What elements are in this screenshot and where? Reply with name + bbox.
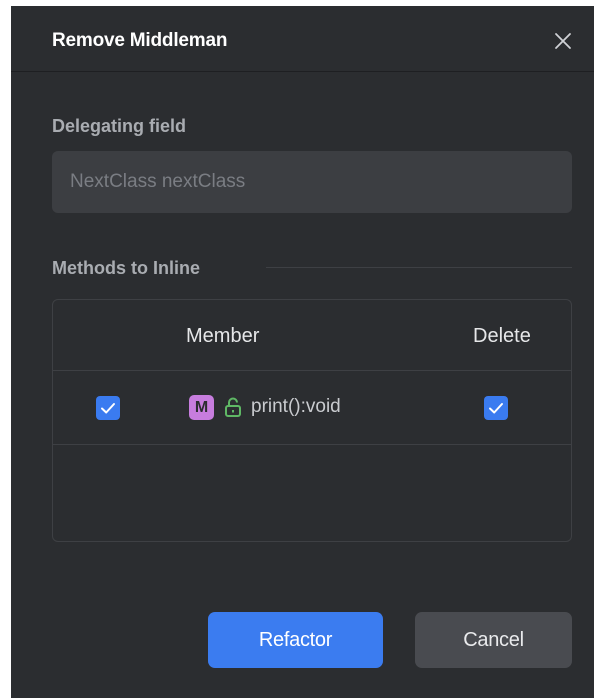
column-header-delete[interactable]: Delete — [473, 325, 531, 348]
member-cell: M print():void — [189, 392, 341, 422]
refactor-button[interactable]: Refactor — [208, 612, 383, 668]
delegating-field-input[interactable]: NextClass nextClass — [52, 151, 572, 213]
close-button[interactable] — [552, 30, 574, 52]
methods-to-inline-label: Methods to Inline — [52, 258, 200, 278]
member-signature: print():void — [251, 396, 341, 417]
unlocked-icon — [225, 397, 241, 417]
delegating-field-label: Delegating field — [52, 116, 187, 136]
delete-checkbox[interactable] — [484, 396, 508, 420]
dialog-title: Remove Middleman — [52, 30, 228, 51]
select-row-checkbox[interactable] — [96, 396, 120, 420]
title-bar: Remove Middleman — [11, 6, 594, 72]
cancel-button[interactable]: Cancel — [415, 612, 572, 668]
close-icon — [555, 33, 571, 49]
table-row[interactable]: M print():void — [53, 371, 571, 445]
checkmark-icon — [489, 403, 503, 414]
remove-middleman-dialog: Remove Middleman Delegating field NextCl… — [11, 6, 594, 698]
checkmark-icon — [101, 403, 115, 414]
method-icon: M — [189, 394, 214, 420]
section-divider — [266, 267, 572, 268]
methods-table: Member Delete M print():void — [52, 299, 572, 542]
table-header: Member Delete — [53, 300, 571, 371]
column-header-member[interactable]: Member — [186, 325, 259, 348]
